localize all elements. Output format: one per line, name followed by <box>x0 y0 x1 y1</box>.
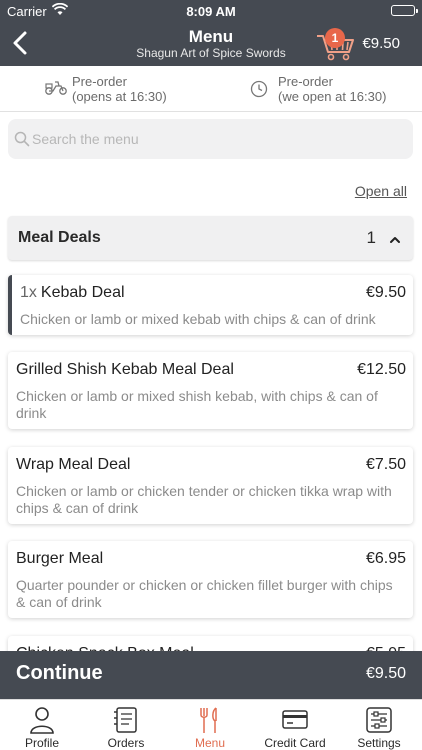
item-price: €7.50 <box>365 456 406 473</box>
preorder-bar: Pre-order (opens at 16:30) Pre-order (we o… <box>0 66 422 112</box>
item-price: €9.50 <box>365 284 406 301</box>
item-description: Quarter pounder or chicken or chicken fi… <box>16 577 393 610</box>
scooter-icon <box>44 80 68 99</box>
tab-label: Credit Card <box>264 736 326 750</box>
continue-label: Continue <box>16 662 103 684</box>
app-header: Carrier 8:09 AM Menu Shagun Art of Spice… <box>0 0 422 66</box>
status-bar: Carrier 8:09 AM <box>0 0 422 22</box>
search-icon <box>14 131 30 152</box>
orders-icon <box>112 705 140 740</box>
cart-count-badge: 1 <box>325 28 345 48</box>
restaurant-name: Shagun Art of Spice Swords <box>136 46 286 60</box>
menu-item[interactable]: Wrap Meal Deal €7.50 Chicken or lamb or … <box>8 447 413 524</box>
tab-credit-card[interactable]: Credit Card <box>253 700 337 750</box>
item-description: Chicken or lamb or mixed kebab with chip… <box>20 311 376 327</box>
category-header-meal-deals[interactable]: Meal Deals 1 <box>8 216 413 260</box>
item-name: Kebab Deal <box>40 284 125 301</box>
open-all-link[interactable]: Open all <box>355 183 407 199</box>
item-name: Wrap Meal Deal <box>16 456 131 473</box>
item-description: Chicken or lamb or mixed shish kebab, wi… <box>16 388 378 421</box>
fork-knife-icon <box>196 705 224 740</box>
item-quantity: 1x <box>20 284 37 301</box>
chevron-up-icon[interactable] <box>389 232 401 250</box>
tab-label: Profile <box>24 736 59 750</box>
profile-icon <box>28 705 56 740</box>
page-title: Menu <box>188 27 234 46</box>
cart-total: €9.50 <box>362 35 400 52</box>
continue-total: €9.50 <box>365 665 406 682</box>
search-input[interactable] <box>32 125 402 153</box>
menu-item[interactable]: Burger Meal €6.95 Quarter pounder or chi… <box>8 541 413 618</box>
clock-icon <box>250 80 268 101</box>
settings-icon <box>365 705 393 740</box>
tab-settings[interactable]: Settings <box>337 700 421 750</box>
menu-item[interactable]: 1x Kebab Deal €9.50 Chicken or lamb or mi… <box>8 275 413 335</box>
item-name: Grilled Shish Kebab Meal Deal <box>16 361 234 378</box>
tab-menu[interactable]: Menu <box>168 700 252 750</box>
tab-orders[interactable]: Orders <box>84 700 168 750</box>
tab-bar: Profile Orders Menu Credit Card Settings <box>0 699 422 750</box>
search-bar <box>8 119 413 159</box>
tab-label: Menu <box>194 736 226 750</box>
category-name: Meal Deals <box>18 229 101 246</box>
tab-label: Settings <box>357 736 401 750</box>
continue-button[interactable]: Continue €9.50 <box>0 651 422 699</box>
category-item-count: 1 <box>366 228 376 247</box>
item-name: Burger Meal <box>16 550 104 567</box>
credit-card-icon <box>281 705 309 740</box>
tab-label: Orders <box>107 736 145 750</box>
battery-icon <box>391 5 418 16</box>
preorder-collection-label: Pre-order <box>278 74 333 89</box>
tab-profile[interactable]: Profile <box>0 700 84 750</box>
preorder-collection-time: (we open at 16:30) <box>278 89 387 104</box>
menu-item[interactable]: Grilled Shish Kebab Meal Deal €12.50 Chi… <box>8 352 413 429</box>
preorder-delivery-time: (opens at 16:30) <box>72 89 167 104</box>
preorder-delivery[interactable]: Pre-order (opens at 16:30) <box>44 74 224 106</box>
preorder-delivery-label: Pre-order <box>72 74 127 89</box>
clock-time: 8:09 AM <box>186 4 236 19</box>
item-price: €6.95 <box>365 550 406 567</box>
item-price: €12.50 <box>357 361 406 378</box>
preorder-collection[interactable]: Pre-order (we open at 16:30) <box>250 74 420 106</box>
item-description: Chicken or lamb or chicken tender or chi… <box>16 483 392 516</box>
